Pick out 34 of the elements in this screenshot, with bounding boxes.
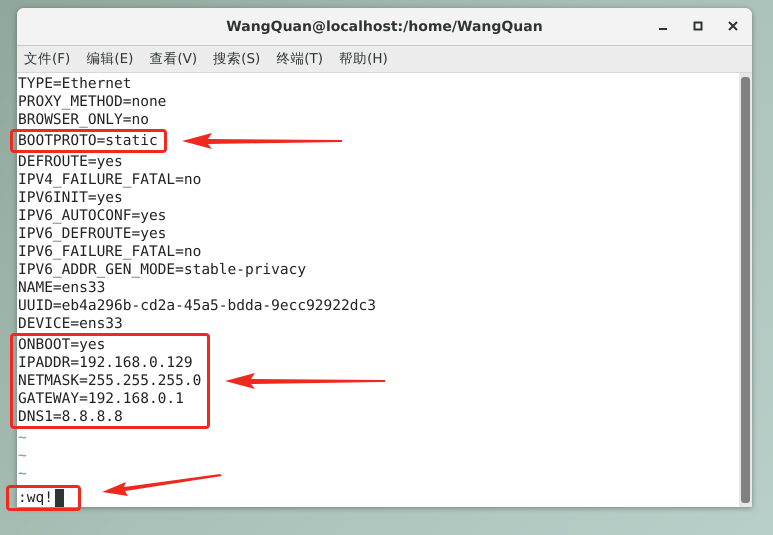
config-line: DEVICE=ens33 (18, 315, 124, 333)
config-line: IPADDR=192.168.0.129 (18, 354, 194, 372)
menu-item[interactable]: 查看(V) (149, 50, 198, 68)
empty-line-marker: ~ (18, 447, 28, 465)
config-line: DNS1=8.8.8.8 (18, 408, 124, 426)
config-line: BOOTPROTO=static (18, 132, 158, 150)
config-line: NETMASK=255.255.255.0 (18, 372, 202, 390)
close-icon[interactable] (728, 21, 738, 31)
config-line: IPV6_ADDR_GEN_MODE=stable-privacy (18, 261, 308, 279)
text-cursor (54, 489, 64, 507)
config-line: ONBOOT=yes (18, 336, 106, 354)
config-line: IPV4_FAILURE_FATAL=no (18, 171, 202, 189)
config-line: IPV6_AUTOCONF=yes (18, 207, 168, 225)
menu-item[interactable]: 编辑(E) (86, 50, 134, 68)
menu-item[interactable]: 文件(F) (24, 50, 70, 68)
scrollbar[interactable] (739, 73, 752, 507)
config-line: NAME=ens33 (18, 279, 106, 297)
config-line: PROXY_METHOD=none (18, 93, 166, 111)
empty-line-marker: ~ (18, 429, 28, 447)
menu-item[interactable]: 搜索(S) (213, 50, 260, 68)
config-line: UUID=eb4a296b-cd2a-45a5-bdda-9ecc92922dc3 (18, 297, 376, 315)
menu-item[interactable]: 终端(T) (276, 50, 324, 68)
menu-item[interactable]: 帮助(H) (339, 50, 388, 68)
config-line: DEFROUTE=yes (18, 153, 124, 171)
config-line: TYPE=Ethernet (18, 75, 132, 93)
empty-line-marker: ~ (18, 465, 28, 483)
config-line: IPV6INIT=yes (18, 189, 124, 207)
window-title: WangQuan@localhost:/home/WangQuan (226, 18, 543, 34)
config-line: IPV6_DEFROUTE=yes (18, 225, 168, 243)
config-line: GATEWAY=192.168.0.1 (18, 390, 185, 408)
maximize-icon[interactable] (693, 21, 703, 31)
command-line: :wq! (18, 489, 53, 507)
config-line: BROWSER_ONLY=no (18, 111, 150, 129)
config-line: IPV6_FAILURE_FATAL=no (18, 243, 202, 261)
